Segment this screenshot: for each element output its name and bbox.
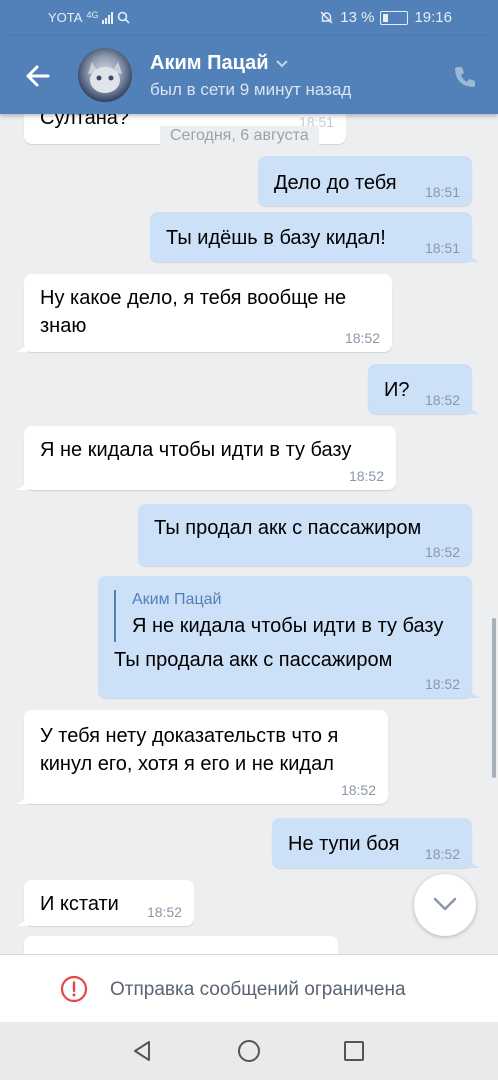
message-time: 18:52: [344, 330, 380, 346]
bubble-tail: [14, 790, 28, 804]
bubble-tail: [468, 400, 482, 414]
status-right: 13 % 19:16: [319, 9, 452, 26]
avatar[interactable]: [78, 48, 132, 102]
phone-icon[interactable]: [452, 64, 478, 90]
scroll-down-button[interactable]: [414, 874, 476, 936]
message-text: Ты идёшь в базу кидал!: [166, 227, 386, 249]
message-text: Ну какое дело, я тебя вообще не знаю: [40, 287, 347, 337]
message-bubble-out[interactable]: Ты идёшь в базу кидал! 18:51: [150, 212, 482, 262]
back-triangle-icon[interactable]: [130, 1039, 154, 1063]
clock: 19:16: [414, 9, 452, 26]
last-seen: был в сети 9 минут назад: [150, 80, 352, 99]
date-separator: Сегодня, 6 августа: [160, 126, 319, 146]
chevron-down-icon: [275, 59, 288, 67]
message-bubble-out[interactable]: Дело до тебя 18:51: [258, 156, 472, 206]
message-time: 18:51: [424, 184, 460, 200]
message-text: Ты продала акк с пассажиром: [114, 649, 393, 671]
contact-name: Аким Пацай: [150, 52, 269, 74]
restriction-label: Отправка сообщений ограничена: [110, 979, 406, 1000]
message-text: Я не кидала чтобы идти в ту базу: [40, 439, 352, 461]
message-bubble-out[interactable]: Ты продал акк с пассажиром 18:52: [138, 504, 472, 566]
message-text: Не тупи боя: [288, 833, 400, 855]
battery-icon: [380, 10, 409, 25]
bubble-tail: [468, 684, 482, 698]
reply-text: Я не кидала чтобы идти в ту базу: [132, 615, 444, 637]
search-icon: [118, 11, 131, 24]
bubble-tail: [14, 338, 28, 352]
message-text: Дело до тебя: [274, 172, 397, 194]
message-bubble-in[interactable]: [24, 936, 338, 954]
cat-avatar-icon: [88, 62, 122, 93]
message-bubble-out[interactable]: И? 18:52: [368, 364, 482, 414]
message-time: 18:52: [348, 468, 384, 484]
recents-square-icon[interactable]: [342, 1039, 366, 1063]
message-bubble-in[interactable]: И кстати 18:52: [14, 880, 194, 926]
message-bubble-out[interactable]: Не тупи боя 18:52: [272, 818, 482, 868]
message-time: 18:52: [424, 392, 460, 408]
bubble-tail: [14, 476, 28, 490]
message-bubble-in[interactable]: Ну какое дело, я тебя вообще не знаю 18:…: [14, 274, 392, 352]
status-bar: YOTA 4G 13 % 19:16: [0, 0, 498, 36]
back-arrow-icon[interactable]: [22, 60, 54, 92]
message-text: И кстати: [40, 893, 119, 915]
message-restriction-bar: Отправка сообщений ограничена: [0, 954, 498, 1023]
chevron-down-icon: [433, 897, 457, 911]
message-bubble-out[interactable]: Аким Пацай Я не кидала чтобы идти в ту б…: [98, 576, 482, 698]
alert-circle-icon: [60, 975, 88, 1003]
reply-author[interactable]: Аким Пацай: [132, 590, 221, 610]
message-text: Ты продал акк с пассажиром: [154, 517, 422, 539]
mute-bell-icon: [320, 11, 333, 24]
message-time: 18:51: [424, 240, 460, 256]
bubble-tail: [14, 912, 28, 926]
bubble-tail: [468, 248, 482, 262]
system-nav-bar: [0, 1022, 498, 1080]
message-time: 18:52: [340, 782, 376, 798]
message-text: У тебя нету доказательств что я кинул ег…: [40, 725, 339, 775]
message-bubble-in[interactable]: Я не кидала чтобы идти в ту базу 18:52: [14, 426, 396, 490]
message-text: Султана?: [40, 114, 130, 129]
message-time: 18:52: [424, 846, 460, 862]
status-left: YOTA 4G: [48, 9, 131, 25]
signal-icon: [102, 11, 114, 24]
network-label: 4G: [86, 9, 99, 20]
contact-name-row[interactable]: Аким Пацай: [150, 52, 289, 75]
bubble-tail: [468, 854, 482, 868]
message-list[interactable]: Султана? 18:51 Сегодня, 6 августа Дело д…: [0, 114, 498, 954]
message-time: 18:52: [424, 676, 460, 692]
message-text: И?: [384, 379, 410, 401]
home-circle-icon[interactable]: [237, 1039, 261, 1063]
battery-percent: 13 %: [340, 9, 375, 26]
scrollbar-thumb[interactable]: [492, 618, 496, 778]
chat-header: Аким Пацай был в сети 9 минут назад: [0, 36, 498, 114]
message-time: 18:52: [146, 904, 182, 920]
message-time: 18:52: [424, 544, 460, 560]
message-bubble-in[interactable]: У тебя нету доказательств что я кинул ег…: [14, 710, 388, 804]
carrier-label: YOTA: [48, 10, 83, 25]
reply-quote-bar: [114, 590, 116, 642]
